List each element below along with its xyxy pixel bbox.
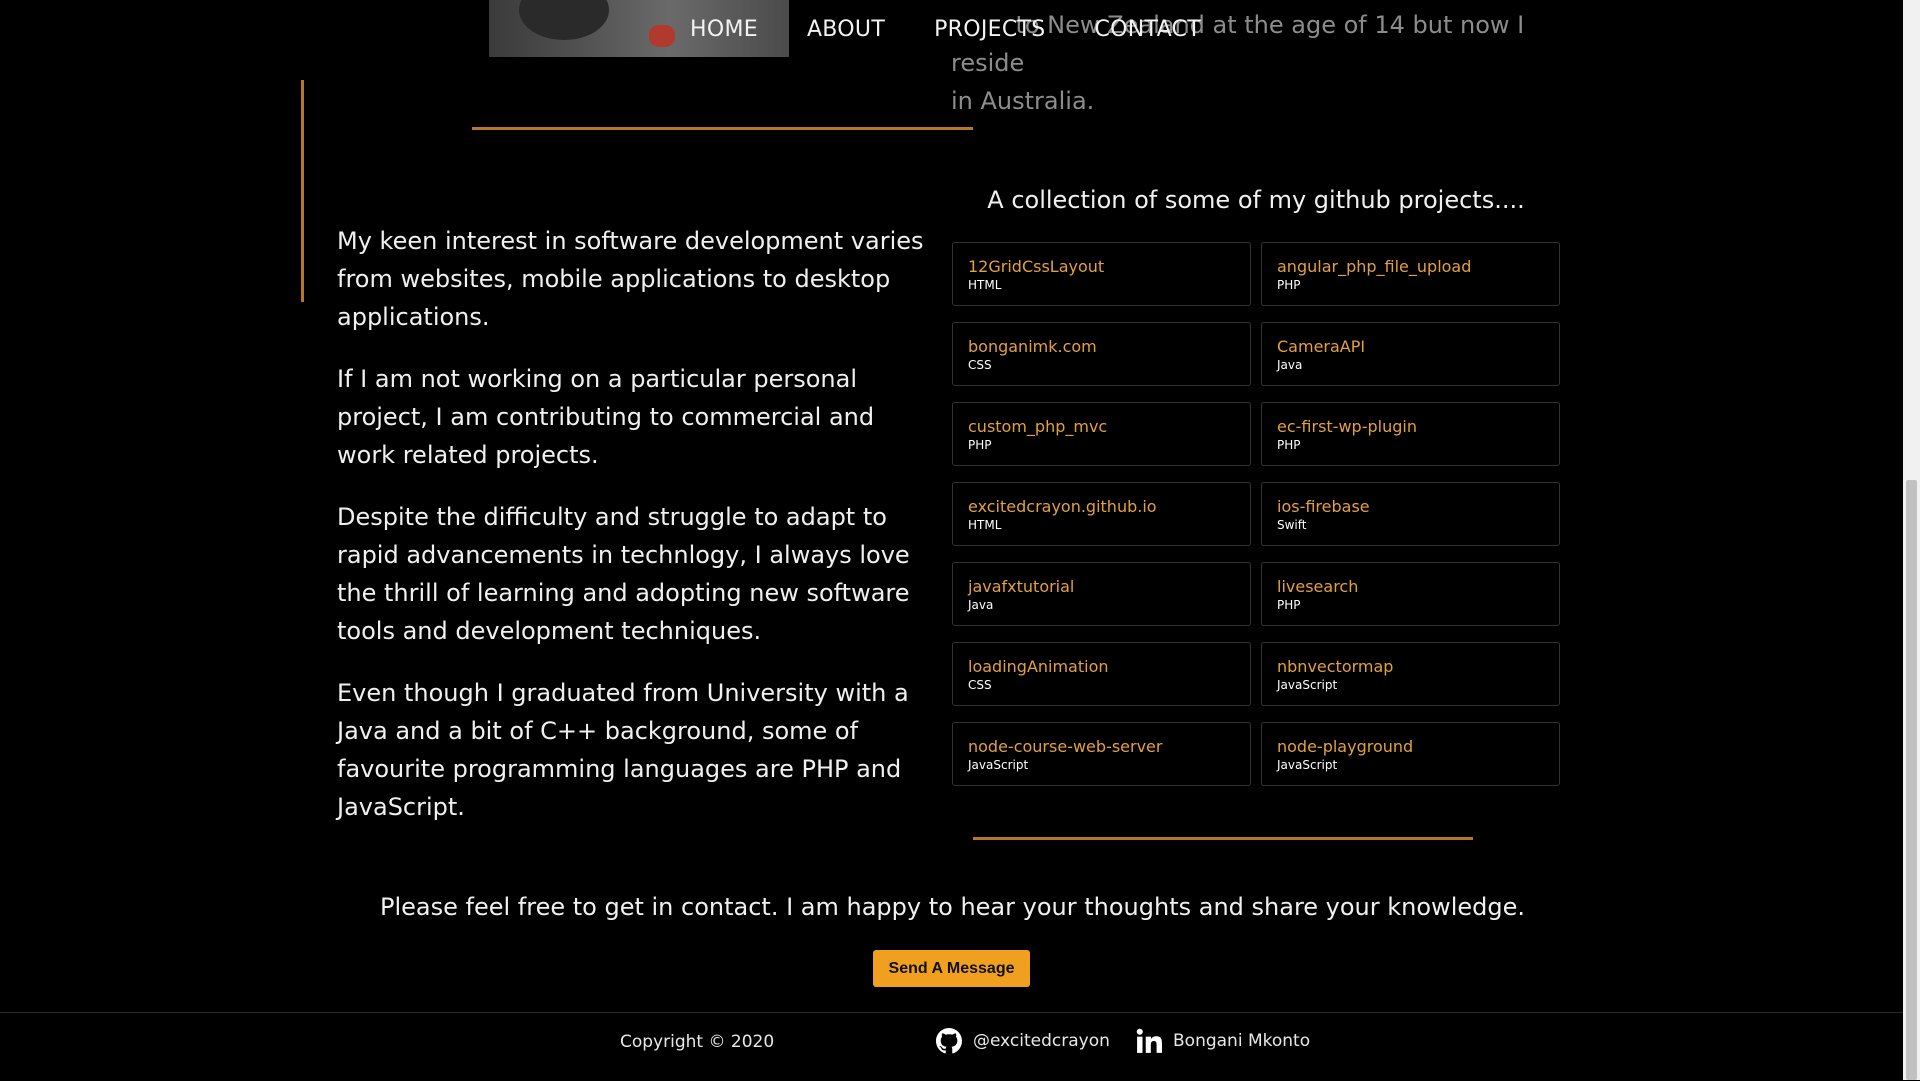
- nav-about[interactable]: ABOUT: [807, 10, 885, 50]
- projects-grid: 12GridCssLayout HTML angular_php_file_upl…: [952, 242, 1562, 786]
- project-card[interactable]: javafxtutorial Java: [952, 562, 1251, 626]
- project-card[interactable]: loadingAnimation CSS: [952, 642, 1251, 706]
- project-card[interactable]: bonganimk.com CSS: [952, 322, 1251, 386]
- project-name[interactable]: angular_php_file_upload: [1277, 257, 1544, 277]
- about-paragraph: Even though I graduated from University …: [337, 679, 909, 821]
- about-paragraph: My keen interest in software development…: [337, 227, 924, 331]
- github-handle[interactable]: @excitedcrayon: [973, 1031, 1110, 1051]
- project-name[interactable]: ios-firebase: [1277, 497, 1544, 517]
- project-card[interactable]: nbnvectormap JavaScript: [1261, 642, 1560, 706]
- project-name[interactable]: 12GridCssLayout: [968, 257, 1235, 277]
- project-language: Java: [968, 598, 994, 612]
- project-language: CSS: [968, 358, 992, 372]
- project-card[interactable]: 12GridCssLayout HTML: [952, 242, 1251, 306]
- project-card[interactable]: node-course-web-server JavaScript: [952, 722, 1251, 786]
- project-language: HTML: [968, 278, 1002, 292]
- project-language: HTML: [968, 518, 1002, 532]
- project-name[interactable]: bonganimk.com: [968, 337, 1235, 357]
- accent-divider-bottom: [973, 837, 1473, 840]
- scrollbar-thumb[interactable]: [1906, 480, 1917, 1080]
- project-name[interactable]: loadingAnimation: [968, 657, 1235, 677]
- linkedin-icon: [1136, 1028, 1162, 1053]
- accent-vertical-divider: [301, 80, 304, 302]
- contact-invitation: Please feel free to get in contact. I am…: [380, 893, 1525, 921]
- github-icon: [936, 1028, 962, 1054]
- project-language: PHP: [1277, 598, 1301, 612]
- projects-heading: A collection of some of my github projec…: [987, 186, 1525, 214]
- project-language: PHP: [968, 438, 992, 452]
- linkedin-name[interactable]: Bongani Mkonto: [1173, 1031, 1310, 1051]
- project-language: PHP: [1277, 438, 1301, 452]
- nav-projects[interactable]: PROJECTS: [934, 10, 1045, 50]
- project-card[interactable]: excitedcrayon.github.io HTML: [952, 482, 1251, 546]
- about-paragraph: Despite the difficulty and struggle to a…: [337, 503, 910, 645]
- project-name[interactable]: node-course-web-server: [968, 737, 1235, 757]
- nav-home[interactable]: HOME: [690, 10, 758, 50]
- top-navigation: HOME ABOUT PROJECTS CONTACT: [690, 10, 1250, 50]
- github-link[interactable]: @excitedcrayon: [936, 1028, 1110, 1054]
- project-language: JavaScript: [1277, 758, 1338, 772]
- project-language: Swift: [1277, 518, 1307, 532]
- project-card[interactable]: angular_php_file_upload PHP: [1261, 242, 1560, 306]
- project-name[interactable]: nbnvectormap: [1277, 657, 1544, 677]
- project-name[interactable]: ec-first-wp-plugin: [1277, 417, 1544, 437]
- project-card[interactable]: CameraAPI Java: [1261, 322, 1560, 386]
- project-language: JavaScript: [1277, 678, 1338, 692]
- project-card[interactable]: custom_php_mvc PHP: [952, 402, 1251, 466]
- project-card[interactable]: ec-first-wp-plugin PHP: [1261, 402, 1560, 466]
- project-name[interactable]: custom_php_mvc: [968, 417, 1235, 437]
- project-language: PHP: [1277, 278, 1301, 292]
- project-name[interactable]: excitedcrayon.github.io: [968, 497, 1235, 517]
- about-paragraph: If I am not working on a particular pers…: [337, 365, 875, 469]
- project-name[interactable]: CameraAPI: [1277, 337, 1544, 357]
- accent-divider-top: [472, 127, 973, 130]
- project-card[interactable]: livesearch PHP: [1261, 562, 1560, 626]
- intro-line-2: in Australia.: [951, 87, 1095, 115]
- project-card[interactable]: node-playground JavaScript: [1261, 722, 1560, 786]
- copyright-text: Copyright © 2020: [620, 1032, 775, 1052]
- linkedin-link[interactable]: Bongani Mkonto: [1136, 1028, 1310, 1054]
- send-message-button[interactable]: Send A Message: [873, 950, 1030, 987]
- project-card[interactable]: ios-firebase Swift: [1261, 482, 1560, 546]
- project-name[interactable]: livesearch: [1277, 577, 1544, 597]
- project-name[interactable]: javafxtutorial: [968, 577, 1235, 597]
- about-text-column: My keen interest in software development…: [337, 222, 937, 850]
- project-language: CSS: [968, 678, 992, 692]
- project-language: JavaScript: [968, 758, 1029, 772]
- nav-contact[interactable]: CONTACT: [1095, 10, 1201, 50]
- project-language: Java: [1277, 358, 1303, 372]
- project-name[interactable]: node-playground: [1277, 737, 1544, 757]
